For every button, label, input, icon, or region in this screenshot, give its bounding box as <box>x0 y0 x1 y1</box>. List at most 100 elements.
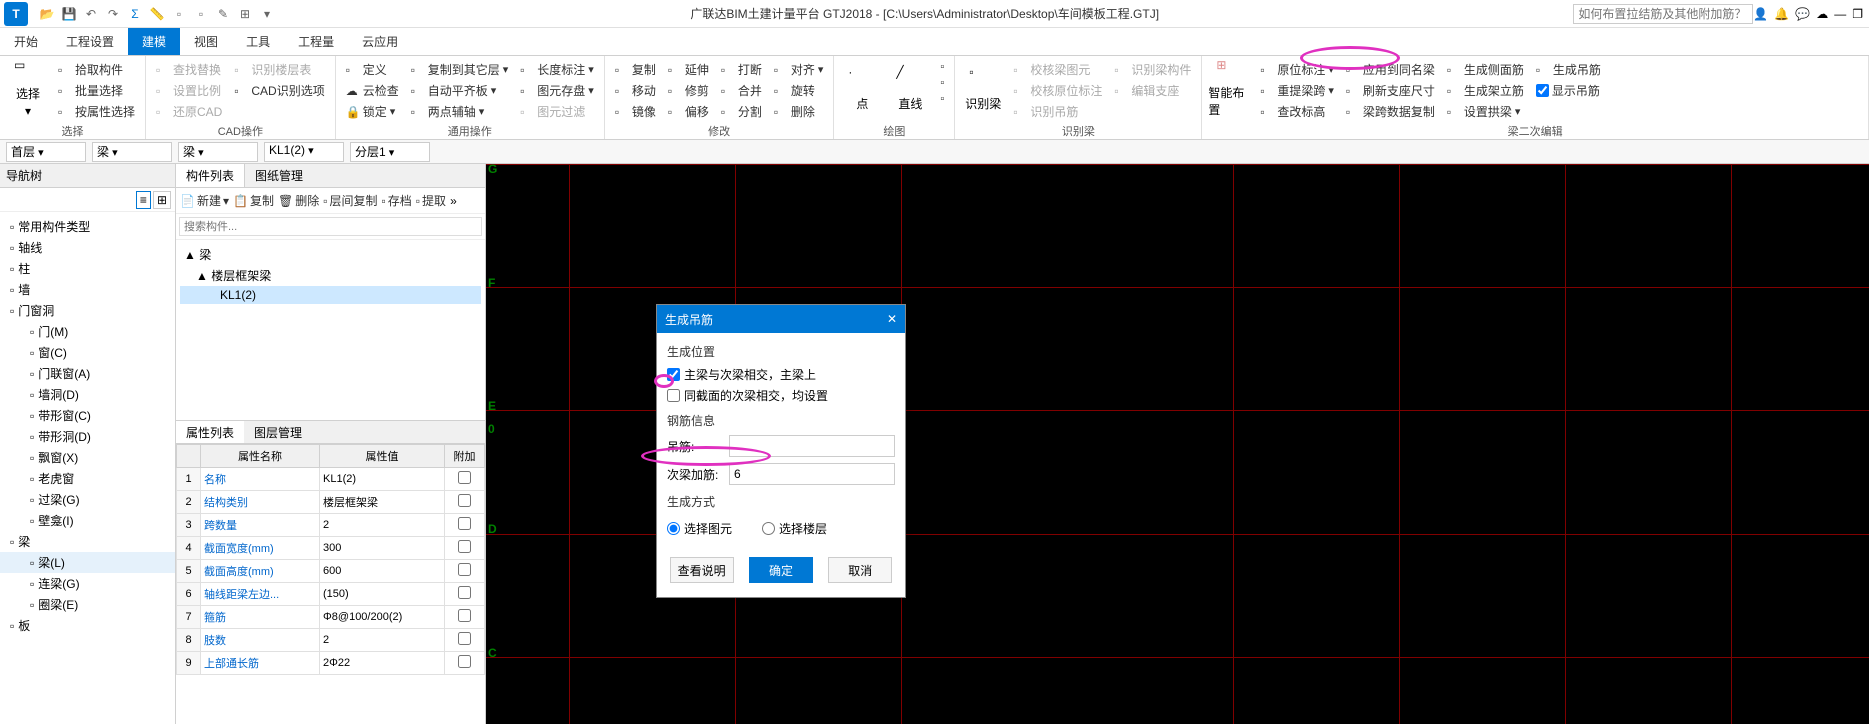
tree-beam-item[interactable]: KL1(2) <box>180 286 481 304</box>
qat-item4-icon[interactable]: ⊞ <box>236 5 254 23</box>
qat-open-icon[interactable]: 📂 <box>38 5 56 23</box>
qat-item-icon[interactable]: ▫ <box>170 5 188 23</box>
view-info-button[interactable]: 查看说明 <box>670 557 734 583</box>
tab-tools[interactable]: 工具 <box>232 28 284 55</box>
property-row[interactable]: 7箍筋Φ8@100/200(2) <box>177 606 485 629</box>
rotate-button[interactable]: ▫旋转 <box>772 81 826 100</box>
user-avatar-icon[interactable]: 👤 <box>1753 7 1768 21</box>
define-button[interactable]: ▫定义 <box>344 60 401 79</box>
delete-member-button[interactable]: 🗑删除 <box>278 192 319 209</box>
drawing-canvas[interactable]: G F E 0 D C 生成吊筋 ✕ 生成位置 主梁与次梁相交，主梁上 同截面的… <box>486 164 1869 724</box>
apply-same-name-button[interactable]: ▫应用到同名梁 <box>1344 60 1437 79</box>
tab-drawing-mgr[interactable]: 图纸管理 <box>245 164 313 187</box>
gen-side-rebar-button[interactable]: ▫生成侧面筋 <box>1445 60 1526 79</box>
identify-member-button[interactable]: ▫识别梁构件 <box>1112 60 1193 79</box>
refresh-support-button[interactable]: ▫刷新支座尺寸 <box>1344 81 1437 100</box>
nav-item[interactable]: ▫墙洞(D) <box>0 384 175 405</box>
view-grid-icon[interactable]: ⊞ <box>153 191 171 209</box>
line-button[interactable]: ╱直线 <box>888 58 932 118</box>
nav-item[interactable]: ▫门窗洞 <box>0 300 175 321</box>
filter-element-button[interactable]: ▫图元过滤 <box>518 102 596 121</box>
category-select[interactable]: 梁 ▾ <box>92 142 172 162</box>
qat-item3-icon[interactable]: ✎ <box>214 5 232 23</box>
length-dim-button[interactable]: ▫长度标注▾ <box>518 60 596 79</box>
set-scale-button[interactable]: ▫设置比例 <box>154 81 224 100</box>
tab-cloud[interactable]: 云应用 <box>348 28 412 55</box>
tree-beam-type[interactable]: ▲ 楼层框架梁 <box>180 265 481 286</box>
draw-more-icon[interactable]: ▫ <box>938 60 946 74</box>
maximize-icon[interactable]: ❐ <box>1852 7 1863 21</box>
help-search-input[interactable] <box>1573 4 1753 24</box>
batch-select-button[interactable]: ▫批量选择 <box>56 81 137 100</box>
property-row[interactable]: 6轴线距梁左边...(150) <box>177 583 485 606</box>
check-beam-button[interactable]: ▫校核梁图元 <box>1011 60 1104 79</box>
nav-item[interactable]: ▫常用构件类型 <box>0 216 175 237</box>
cloud-check-button[interactable]: ☁云检查 <box>344 81 401 100</box>
nav-item[interactable]: ▫窗(C) <box>0 342 175 363</box>
tab-prop-list[interactable]: 属性列表 <box>176 421 244 443</box>
nav-item[interactable]: ▫老虎窗 <box>0 468 175 489</box>
check-pos-button[interactable]: ▫校核原位标注 <box>1011 81 1104 100</box>
nav-item[interactable]: ▫梁 <box>0 531 175 552</box>
qat-item2-icon[interactable]: ▫ <box>192 5 210 23</box>
nav-item[interactable]: ▫壁龛(I) <box>0 510 175 531</box>
nav-item[interactable]: ▫带形窗(C) <box>0 405 175 426</box>
chat-icon[interactable]: 💬 <box>1795 7 1810 21</box>
copy-member-button[interactable]: 📋复制 <box>233 192 274 209</box>
identify-floor-button[interactable]: ▫识别楼层表 <box>232 60 326 79</box>
archive-button[interactable]: ▫存档 <box>382 192 412 209</box>
trim-button[interactable]: ▫修剪 <box>666 81 711 100</box>
tab-quantity[interactable]: 工程量 <box>284 28 348 55</box>
reextract-span-button[interactable]: ▫重提梁跨▾ <box>1258 81 1336 100</box>
property-row[interactable]: 9上部通长筋2Φ22 <box>177 652 485 675</box>
show-stirrup-checkbox[interactable] <box>1536 84 1549 97</box>
copy-to-floor-button[interactable]: ▫复制到其它层▾ <box>409 60 511 79</box>
cad-options-button[interactable]: ▫CAD识别选项 <box>232 81 326 100</box>
property-row[interactable]: 1名称KL1(2) <box>177 468 485 491</box>
nav-item[interactable]: ▫梁(L) <box>0 552 175 573</box>
find-replace-button[interactable]: ▫查找替换 <box>154 60 224 79</box>
property-row[interactable]: 3跨数量2 <box>177 514 485 537</box>
align-button[interactable]: ▫对齐▾ <box>772 60 826 79</box>
point-button[interactable]: ·点 <box>840 58 884 118</box>
member-search-input[interactable] <box>179 217 482 236</box>
pos-annot-button[interactable]: ▫原位标注▾ <box>1258 60 1336 79</box>
tab-modeling[interactable]: 建模 <box>128 28 180 55</box>
select-button[interactable]: ▭选择▾ <box>6 58 50 118</box>
property-row[interactable]: 8肢数2 <box>177 629 485 652</box>
nav-item[interactable]: ▫柱 <box>0 258 175 279</box>
view-list-icon[interactable]: ≡ <box>136 191 151 209</box>
lock-button[interactable]: 🔒锁定▾ <box>344 102 401 121</box>
delete-button[interactable]: ▫删除 <box>772 102 826 121</box>
nav-item[interactable]: ▫圈梁(E) <box>0 594 175 615</box>
select-floor-radio[interactable]: 选择楼层 <box>762 520 827 537</box>
merge-button[interactable]: ▫合并 <box>719 81 764 100</box>
tab-project-settings[interactable]: 工程设置 <box>52 28 128 55</box>
dialog-close-icon[interactable]: ✕ <box>887 312 897 326</box>
ok-button[interactable]: 确定 <box>749 557 813 583</box>
tab-start[interactable]: 开始 <box>0 28 52 55</box>
tab-view[interactable]: 视图 <box>180 28 232 55</box>
member-select[interactable]: KL1(2) ▾ <box>264 142 344 162</box>
gen-frame-rebar-button[interactable]: ▫生成架立筋 <box>1445 81 1526 100</box>
nav-item[interactable]: ▫门联窗(A) <box>0 363 175 384</box>
set-arch-beam-button[interactable]: ▫设置拱梁▾ <box>1445 102 1526 121</box>
edit-support-button[interactable]: ▫编辑支座 <box>1112 81 1193 100</box>
nav-item[interactable]: ▫飘窗(X) <box>0 447 175 468</box>
select-by-prop-button[interactable]: ▫按属性选择 <box>56 102 137 121</box>
qat-expand-icon[interactable]: ▾ <box>258 5 276 23</box>
save-element-button[interactable]: ▫图元存盘▾ <box>518 81 596 100</box>
gen-stirrup-button[interactable]: ▫生成吊筋 <box>1534 60 1603 79</box>
split-button[interactable]: ▫分割 <box>719 102 764 121</box>
tree-beam-root[interactable]: ▲ 梁 <box>180 244 481 265</box>
bell-icon[interactable]: 🔔 <box>1774 7 1789 21</box>
nav-item[interactable]: ▫板 <box>0 615 175 636</box>
qat-redo-icon[interactable]: ↷ <box>104 5 122 23</box>
nav-item[interactable]: ▫带形洞(D) <box>0 426 175 447</box>
type-select[interactable]: 梁 ▾ <box>178 142 258 162</box>
nav-item[interactable]: ▫连梁(G) <box>0 573 175 594</box>
smart-layout-button[interactable]: ⊞智能布置 <box>1208 58 1252 118</box>
pick-element-button[interactable]: ▫拾取构件 <box>56 60 137 79</box>
property-row[interactable]: 2结构类别楼层框架梁 <box>177 491 485 514</box>
minimize-icon[interactable]: — <box>1834 7 1846 21</box>
